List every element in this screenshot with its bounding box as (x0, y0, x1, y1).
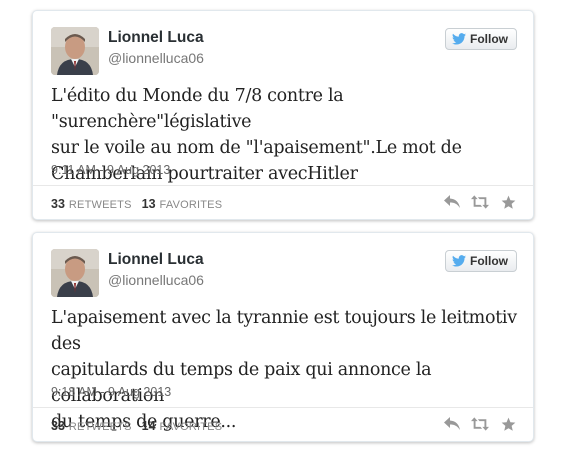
reply-icon[interactable] (443, 415, 461, 433)
tweet-stats: 33 RETWEETS 14 FAVORITES (51, 419, 228, 433)
tweet-actions (443, 193, 517, 211)
retweets-label[interactable]: RETWEETS (69, 421, 132, 433)
follow-label: Follow (470, 254, 508, 268)
tweet-card: Lionnel Luca @lionnelluca06 Follow L'apa… (32, 232, 534, 442)
follow-button[interactable]: Follow (445, 28, 517, 50)
favorite-star-icon[interactable] (499, 415, 517, 433)
favorites-label[interactable]: FAVORITES (160, 421, 223, 433)
retweets-count[interactable]: 33 (51, 197, 65, 211)
favorites-count[interactable]: 13 (142, 197, 156, 211)
divider (33, 407, 533, 408)
retweets-label[interactable]: RETWEETS (69, 199, 132, 211)
reply-icon[interactable] (443, 193, 461, 211)
favorites-count[interactable]: 14 (142, 419, 156, 433)
avatar[interactable] (51, 249, 99, 297)
retweets-count[interactable]: 33 (51, 419, 65, 433)
author-name[interactable]: Lionnel Luca (108, 29, 204, 47)
retweet-icon[interactable] (471, 415, 489, 433)
author-handle[interactable]: @lionnelluca06 (108, 50, 204, 66)
tweet-stats: 33 RETWEETS 13 FAVORITES (51, 197, 228, 211)
tweet-timestamp[interactable]: 9:11 AM - 9 Aug 2013 (51, 163, 170, 177)
favorites-label[interactable]: FAVORITES (160, 199, 223, 211)
twitter-bird-icon (452, 33, 466, 45)
author-handle[interactable]: @lionnelluca06 (108, 272, 204, 288)
twitter-bird-icon (452, 255, 466, 267)
author-name[interactable]: Lionnel Luca (108, 251, 204, 269)
avatar[interactable] (51, 27, 99, 75)
tweet-card: Lionnel Luca @lionnelluca06 Follow L'édi… (32, 10, 534, 220)
tweet-timestamp[interactable]: 9:18 AM - 9 Aug 2013 (51, 385, 171, 399)
follow-button[interactable]: Follow (445, 250, 517, 272)
retweet-icon[interactable] (471, 193, 489, 211)
follow-label: Follow (470, 32, 508, 46)
favorite-star-icon[interactable] (499, 193, 517, 211)
divider (33, 185, 533, 186)
tweet-actions (443, 415, 517, 433)
